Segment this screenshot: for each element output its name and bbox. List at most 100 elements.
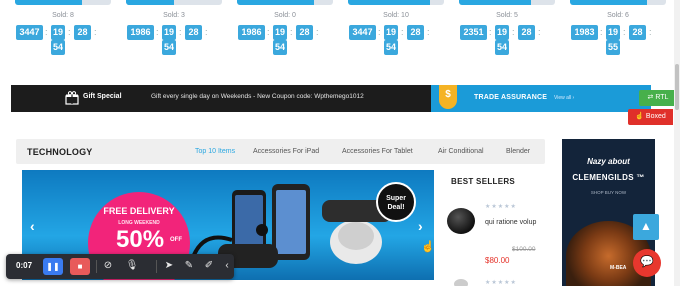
slider-prev-arrow-icon[interactable]: ‹: [30, 218, 35, 234]
super-deal-badge: Super Deal!: [376, 182, 416, 222]
countdown-colon: :: [623, 27, 626, 37]
product-thumbnail-2[interactable]: [454, 279, 468, 286]
rating-stars-icon: ★★★★★: [485, 204, 517, 210]
countdown-minutes: 54: [273, 40, 287, 55]
scroll-top-icon[interactable]: ▲: [633, 214, 659, 240]
countdown-colon: :: [205, 27, 208, 37]
page-scrollbar[interactable]: [674, 0, 680, 286]
discount-percent: 50%: [116, 226, 165, 253]
mouse-cursor-icon: ☝: [421, 241, 435, 253]
recording-timer: 0:07: [16, 261, 33, 270]
sold-progress-fill: [459, 0, 531, 5]
countdown-days: 2351: [460, 25, 487, 40]
free-delivery-text: FREE DELIVERY: [103, 206, 175, 216]
deal-countdown: Sold: 5 2351:19:28:54: [455, 0, 559, 60]
deal-countdown: Sold: 3 1986:19:28:54: [122, 0, 226, 60]
countdown-colon: :: [179, 27, 182, 37]
badge-line-2: Deal!: [387, 204, 405, 211]
tab-blender[interactable]: Blender: [506, 148, 530, 155]
sold-progress-fill: [348, 0, 430, 5]
countdown-seconds: 28: [74, 25, 91, 40]
countdown-colon: :: [94, 27, 97, 37]
countdown-hours: 19: [273, 25, 287, 40]
mic-off-icon[interactable]: 🎙: [125, 259, 139, 273]
countdown-minutes: 54: [495, 40, 509, 55]
countdown-hours: 19: [495, 25, 509, 40]
chat-bubble-icon[interactable]: 💬: [633, 249, 661, 277]
collapse-chevron-icon[interactable]: ‹: [220, 259, 234, 273]
sold-count: Sold: 10: [383, 12, 409, 19]
countdown-seconds: 28: [407, 25, 424, 40]
boxed-toggle-button[interactable]: ☝ Boxed: [628, 109, 673, 125]
trade-assurance-block[interactable]: $ TRADE ASSURANCE View all ›: [431, 85, 651, 112]
rtl-toggle-button[interactable]: ⇄ RTL: [639, 90, 677, 106]
countdown-colon: :: [600, 27, 603, 37]
tab-accessories-tablet[interactable]: Accessories For Tablet: [342, 148, 413, 155]
ad-title: CLEMENGILDS ™: [572, 173, 645, 182]
category-title: TECHNOLOGY: [27, 147, 93, 157]
countdown-hours: 19: [162, 25, 176, 40]
deal-countdown: Sold: 0 1986:19:28:54: [233, 0, 337, 60]
discount-off-label: OFF: [170, 237, 182, 243]
product-old-price: $100.00: [512, 246, 536, 253]
countdown-colon: :: [156, 27, 159, 37]
countdown-seconds: 28: [185, 25, 202, 40]
deal-countdown: Sold: 10 3447:19:28:54: [344, 0, 448, 60]
rtl-label: RTL: [655, 94, 669, 101]
sold-count: Sold: 5: [496, 12, 518, 19]
pause-icon[interactable]: ❚❚: [43, 258, 63, 275]
sold-count: Sold: 3: [163, 12, 185, 19]
countdown-hours: 19: [51, 25, 65, 40]
screen-recorder-toolbar: 0:07 ❚❚ ■ ⊘ 🎙 ➤ ✎ ✐ ‹: [6, 254, 234, 279]
countdown-hours: 19: [384, 25, 398, 40]
countdown-colon: :: [649, 27, 652, 37]
countdown-days: 1986: [238, 25, 265, 40]
cursor-tool-icon[interactable]: ➤: [162, 259, 176, 273]
ad-brand-text: Nazy about: [587, 157, 630, 166]
sold-progress-fill: [15, 0, 83, 5]
rating-stars-icon-2: ★★★★★: [485, 280, 517, 286]
countdown-minutes: 54: [51, 40, 65, 55]
sold-progress-bar: [570, 0, 666, 5]
countdown-minutes: 55: [606, 40, 620, 55]
highlighter-icon[interactable]: ✐: [202, 259, 216, 273]
sold-progress-fill: [126, 0, 174, 5]
countdown-colon: :: [290, 27, 293, 37]
toolbar-divider: [156, 260, 157, 273]
countdown-colon: :: [427, 27, 430, 37]
countdown-minutes: 54: [384, 40, 398, 55]
best-sellers-title: BEST SELLERS: [451, 177, 516, 186]
countdown-days: 3447: [349, 25, 376, 40]
tab-top-10-items[interactable]: Top 10 Items: [195, 148, 235, 155]
shield-dollar-icon: $: [439, 85, 457, 109]
product-thumbnail[interactable]: [447, 208, 475, 234]
trade-view-all-link[interactable]: View all ›: [554, 95, 574, 101]
countdown-seconds: 28: [518, 25, 535, 40]
stop-icon[interactable]: ■: [70, 258, 90, 275]
countdown-days: 1986: [127, 25, 154, 40]
webcam-off-icon[interactable]: ⊘: [101, 259, 115, 273]
slider-next-arrow-icon[interactable]: ›: [418, 218, 423, 234]
boxed-label: Boxed: [645, 113, 666, 120]
pen-tool-icon[interactable]: ✎: [182, 259, 196, 273]
product-name-link[interactable]: qui ratione volup: [485, 217, 545, 228]
countdown-colon: :: [512, 27, 515, 37]
countdown-hours: 19: [606, 25, 620, 40]
countdown-colon: :: [378, 27, 381, 37]
countdown-seconds: 28: [629, 25, 646, 40]
countdown-days: 1983: [571, 25, 598, 40]
sold-progress-bar: [237, 0, 333, 5]
countdown-colon: :: [401, 27, 404, 37]
category-tab-bar: TECHNOLOGY Top 10 Items Accessories For …: [16, 139, 545, 164]
ad-shop-link[interactable]: SHOP BUY NOW: [562, 190, 655, 195]
tab-air-conditional[interactable]: Air Conditional: [438, 148, 484, 155]
countdown-colon: :: [489, 27, 492, 37]
countdown-colon: :: [316, 27, 319, 37]
gift-icon: [65, 91, 79, 105]
deal-countdown: Sold: 8 3447:19:28:54: [11, 0, 115, 60]
sold-progress-bar: [348, 0, 444, 5]
countdown-colon: :: [267, 27, 270, 37]
scrollbar-thumb[interactable]: [675, 64, 679, 110]
tab-accessories-ipad[interactable]: Accessories For iPad: [253, 148, 319, 155]
sold-progress-fill: [570, 0, 647, 5]
